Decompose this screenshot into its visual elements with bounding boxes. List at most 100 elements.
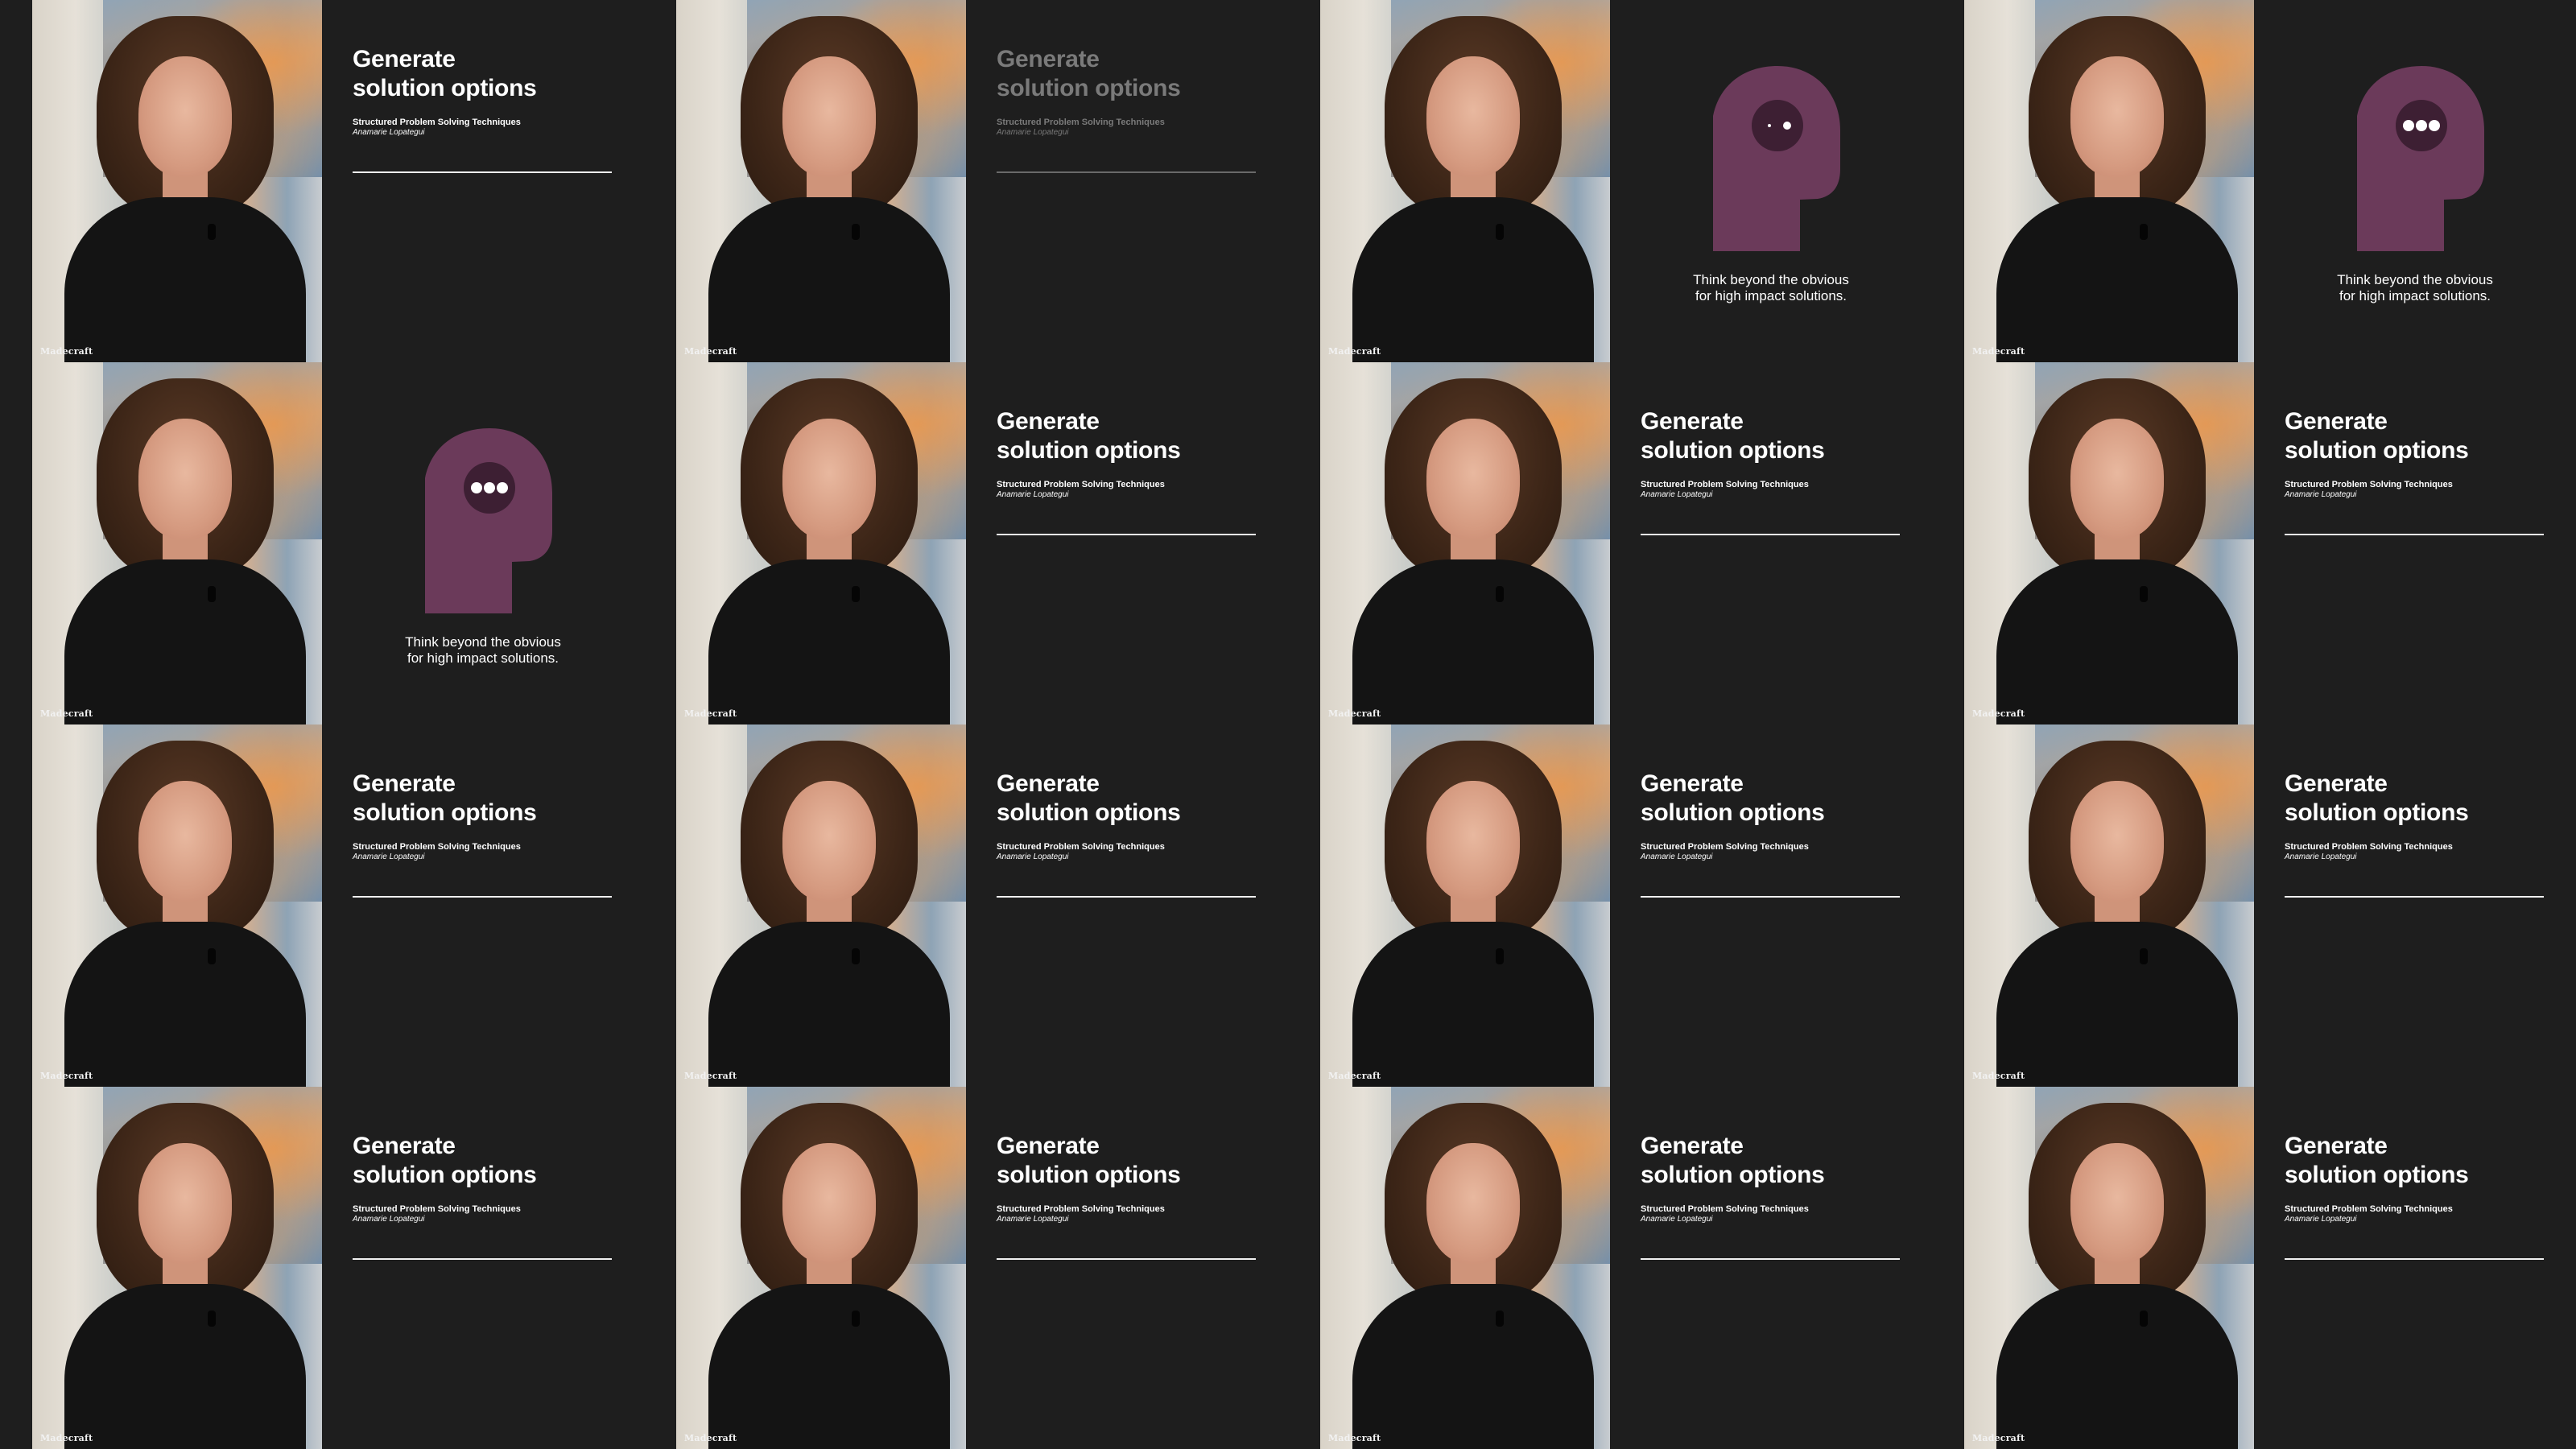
video-frame-1[interactable]: Madecraft Generate solution options Stru… bbox=[0, 0, 644, 362]
madecraft-watermark: Madecraft bbox=[40, 1071, 93, 1081]
course-name: Structured Problem Solving Techniques bbox=[2285, 480, 2453, 489]
thought-dot bbox=[471, 482, 482, 493]
presenter-video: Madecraft bbox=[1320, 724, 1610, 1087]
divider-line bbox=[1641, 1258, 1900, 1260]
author-name: Anamarie Lopategui bbox=[353, 128, 425, 137]
course-name: Structured Problem Solving Techniques bbox=[1641, 842, 1809, 852]
video-frame-16[interactable]: Madecraft Generate solution options Stru… bbox=[1932, 1087, 2576, 1449]
presenter bbox=[1996, 1103, 2238, 1449]
presenter-face bbox=[138, 419, 232, 539]
presenter bbox=[708, 16, 950, 362]
title-slide: Generate solution options Structured Pro… bbox=[2254, 1087, 2576, 1449]
presenter-video: Madecraft bbox=[1320, 1087, 1610, 1449]
divider-line bbox=[353, 171, 612, 173]
slide-title: Generate solution options bbox=[2285, 1133, 2469, 1188]
divider-line bbox=[1641, 534, 1900, 535]
lapel-mic bbox=[1496, 586, 1504, 602]
course-name: Structured Problem Solving Techniques bbox=[2285, 842, 2453, 852]
divider-line bbox=[2285, 1258, 2544, 1260]
video-frame-15[interactable]: Madecraft Generate solution options Stru… bbox=[1288, 1087, 1932, 1449]
madecraft-watermark: Madecraft bbox=[40, 708, 93, 719]
head-with-thought-dots-icon bbox=[1713, 66, 1840, 251]
title-slide: Generate solution options Structured Pro… bbox=[2254, 724, 2576, 1087]
lapel-mic bbox=[2140, 224, 2148, 240]
video-frame-10[interactable]: Madecraft Generate solution options Stru… bbox=[644, 724, 1288, 1087]
lapel-mic bbox=[852, 948, 860, 964]
presenter-sweater bbox=[1996, 559, 2238, 724]
video-frame-13[interactable]: Madecraft Generate solution options Stru… bbox=[0, 1087, 644, 1449]
presenter-video: Madecraft bbox=[32, 724, 322, 1087]
divider-line bbox=[1641, 896, 1900, 898]
presenter-sweater bbox=[1996, 922, 2238, 1087]
video-frame-5[interactable]: Madecraft Think beyond the obvious for h… bbox=[0, 362, 644, 724]
course-name: Structured Problem Solving Techniques bbox=[997, 842, 1165, 852]
thought-dot bbox=[2403, 120, 2414, 131]
presenter-sweater bbox=[708, 559, 950, 724]
author-name: Anamarie Lopategui bbox=[1641, 1215, 1713, 1224]
madecraft-watermark: Madecraft bbox=[684, 708, 737, 719]
course-name: Structured Problem Solving Techniques bbox=[1641, 480, 1809, 489]
slide-title: Generate solution options bbox=[2285, 408, 2469, 464]
think-slide: Think beyond the obvious for high impact… bbox=[2254, 0, 2576, 362]
presenter-sweater bbox=[1352, 559, 1594, 724]
lapel-mic bbox=[852, 224, 860, 240]
slide-title: Generate solution options bbox=[353, 770, 537, 826]
video-frame-11[interactable]: Madecraft Generate solution options Stru… bbox=[1288, 724, 1932, 1087]
presenter-video: Madecraft bbox=[32, 0, 322, 362]
lapel-mic bbox=[1496, 224, 1504, 240]
thought-dot bbox=[2429, 120, 2440, 131]
video-frame-6[interactable]: Madecraft Generate solution options Stru… bbox=[644, 362, 1288, 724]
video-frame-3[interactable]: Madecraft Think beyond the obvious for h… bbox=[1288, 0, 1932, 362]
author-name: Anamarie Lopategui bbox=[997, 128, 1069, 137]
title-slide: Generate solution options Structured Pro… bbox=[322, 1087, 644, 1449]
title-slide: Generate solution options Structured Pro… bbox=[1610, 362, 1932, 724]
author-name: Anamarie Lopategui bbox=[997, 1215, 1069, 1224]
madecraft-watermark: Madecraft bbox=[1972, 346, 2025, 357]
author-name: Anamarie Lopategui bbox=[353, 852, 425, 861]
course-name: Structured Problem Solving Techniques bbox=[997, 1204, 1165, 1214]
presenter-face bbox=[782, 1143, 876, 1264]
divider-line bbox=[997, 534, 1256, 535]
presenter-video: Madecraft bbox=[1964, 1087, 2254, 1449]
title-slide: Generate solution options Structured Pro… bbox=[966, 1087, 1288, 1449]
presenter bbox=[64, 16, 306, 362]
author-name: Anamarie Lopategui bbox=[2285, 1215, 2357, 1224]
video-frame-12[interactable]: Madecraft Generate solution options Stru… bbox=[1932, 724, 2576, 1087]
presenter-video: Madecraft bbox=[676, 0, 966, 362]
presenter-video: Madecraft bbox=[1320, 362, 1610, 724]
presenter bbox=[1996, 16, 2238, 362]
lapel-mic bbox=[1496, 1311, 1504, 1327]
course-name: Structured Problem Solving Techniques bbox=[1641, 1204, 1809, 1214]
video-frame-7[interactable]: Madecraft Generate solution options Stru… bbox=[1288, 362, 1932, 724]
think-slide: Think beyond the obvious for high impact… bbox=[322, 362, 644, 724]
title-slide: Generate solution options Structured Pro… bbox=[966, 724, 1288, 1087]
presenter bbox=[1352, 1103, 1594, 1449]
presenter-video: Madecraft bbox=[676, 724, 966, 1087]
lapel-mic bbox=[208, 224, 216, 240]
video-frame-14[interactable]: Madecraft Generate solution options Stru… bbox=[644, 1087, 1288, 1449]
divider-line bbox=[997, 171, 1256, 173]
lapel-mic bbox=[1496, 948, 1504, 964]
divider-line bbox=[2285, 896, 2544, 898]
presenter-sweater bbox=[64, 922, 306, 1087]
madecraft-watermark: Madecraft bbox=[1972, 708, 2025, 719]
presenter bbox=[64, 1103, 306, 1449]
presenter-face bbox=[138, 56, 232, 177]
think-slide: Think beyond the obvious for high impact… bbox=[1610, 0, 1932, 362]
thought-dot bbox=[1783, 122, 1791, 130]
think-caption: Think beyond the obvious for high impact… bbox=[2337, 272, 2493, 303]
video-frame-grid: Madecraft Generate solution options Stru… bbox=[0, 0, 2576, 1449]
divider-line bbox=[353, 1258, 612, 1260]
presenter bbox=[1352, 378, 1594, 724]
presenter bbox=[64, 378, 306, 724]
presenter bbox=[64, 741, 306, 1087]
presenter-sweater bbox=[1996, 1284, 2238, 1449]
video-frame-2[interactable]: Madecraft Generate solution options Stru… bbox=[644, 0, 1288, 362]
video-frame-4[interactable]: Madecraft Think beyond the obvious for h… bbox=[1932, 0, 2576, 362]
presenter bbox=[1996, 378, 2238, 724]
video-frame-8[interactable]: Madecraft Generate solution options Stru… bbox=[1932, 362, 2576, 724]
author-name: Anamarie Lopategui bbox=[2285, 490, 2357, 499]
presenter-video: Madecraft bbox=[1320, 0, 1610, 362]
author-name: Anamarie Lopategui bbox=[997, 490, 1069, 499]
video-frame-9[interactable]: Madecraft Generate solution options Stru… bbox=[0, 724, 644, 1087]
